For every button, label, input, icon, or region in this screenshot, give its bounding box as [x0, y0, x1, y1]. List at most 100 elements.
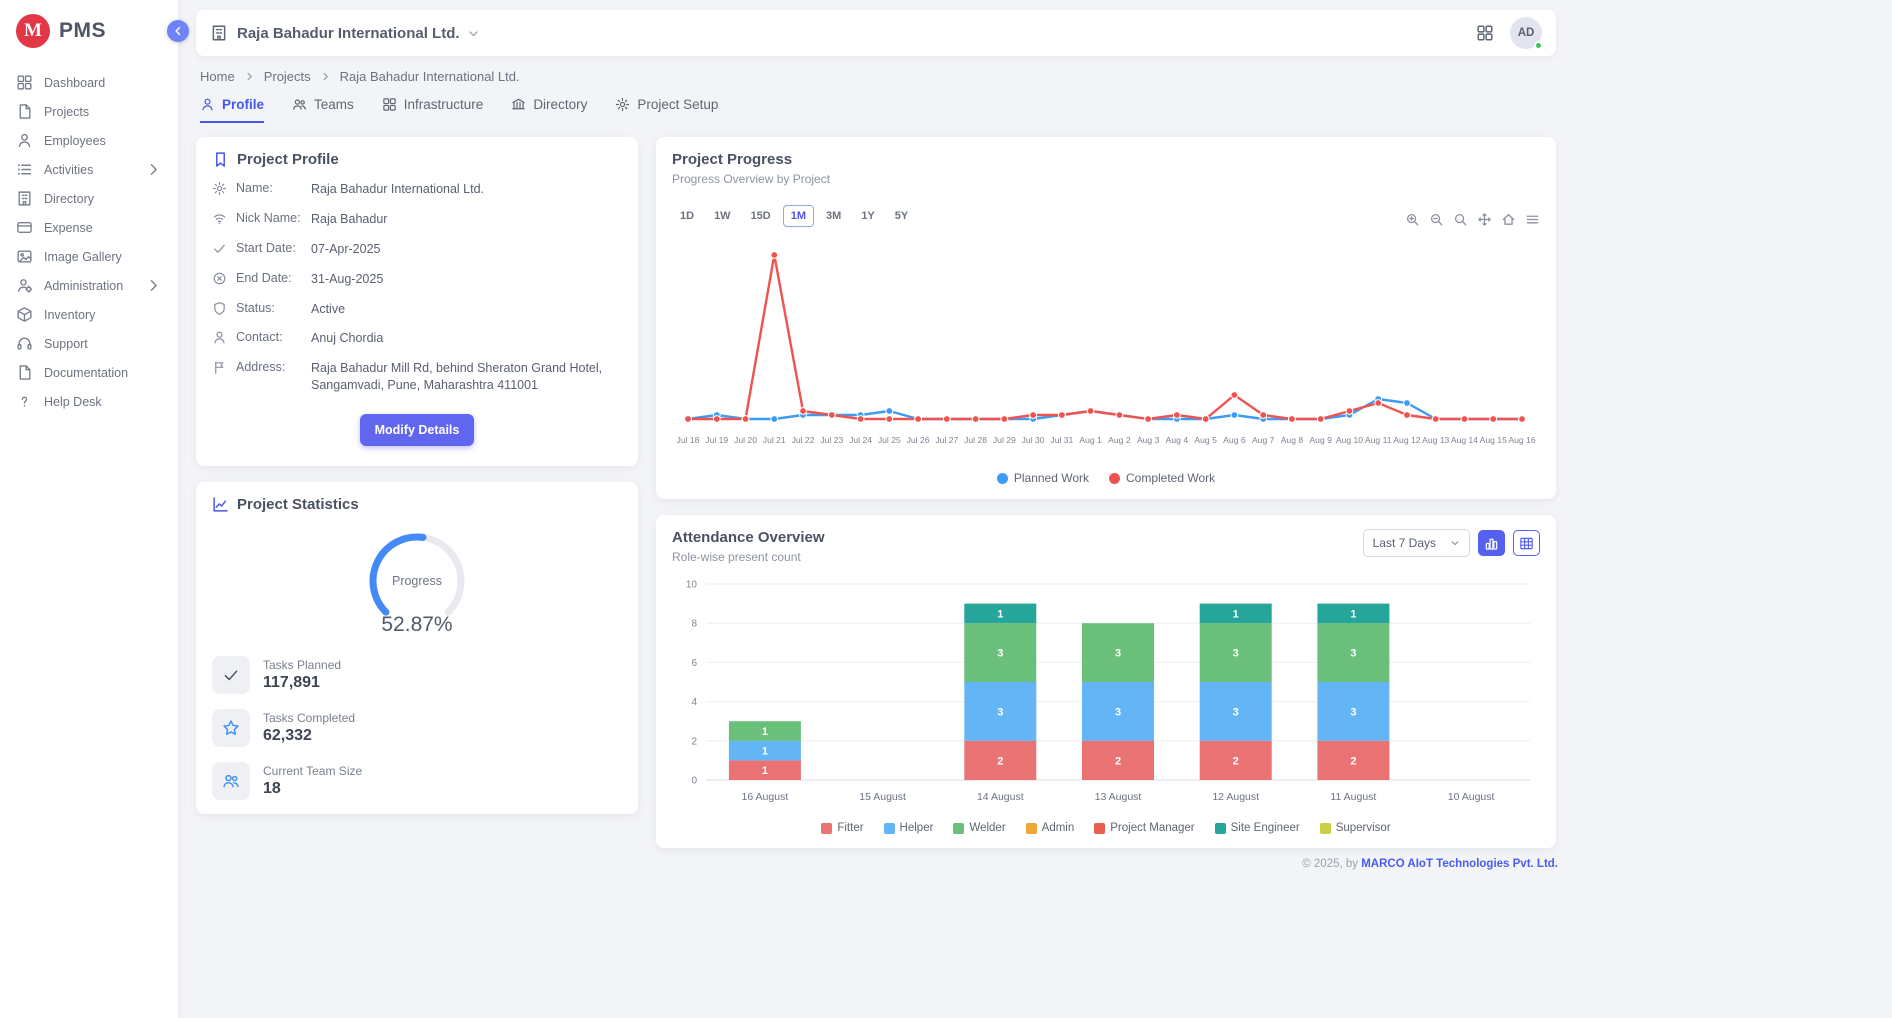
zoom-out-icon[interactable] — [1429, 212, 1444, 227]
legend-item[interactable]: Helper — [884, 822, 934, 834]
chart-view-toggle[interactable] — [1478, 530, 1505, 556]
app-logo[interactable]: M PMS — [0, 0, 178, 64]
svg-text:Aug 10: Aug 10 — [1336, 435, 1363, 445]
copyright-text: © 2025, by — [1302, 858, 1358, 870]
legend-label: Site Engineer — [1231, 822, 1300, 834]
svg-text:Aug 4: Aug 4 — [1166, 435, 1189, 445]
range-button-1y[interactable]: 1Y — [853, 205, 882, 227]
sidebar: M PMS Dashboard Projects Employees Activ… — [0, 0, 178, 1018]
sidebar-item-documentation[interactable]: Documentation — [0, 358, 178, 387]
legend-swatch — [1215, 823, 1226, 834]
sidebar-item-support[interactable]: Support — [0, 329, 178, 358]
range-button-1w[interactable]: 1W — [706, 205, 739, 227]
sidebar-item-activities[interactable]: Activities — [0, 155, 178, 184]
sidebar-item-inventory[interactable]: Inventory — [0, 300, 178, 329]
chart-menu-icon[interactable] — [1525, 212, 1540, 227]
tab-teams[interactable]: Teams — [292, 97, 354, 123]
sidebar-item-help-desk[interactable]: Help Desk — [0, 387, 178, 416]
svg-text:Jul 26: Jul 26 — [907, 435, 930, 445]
svg-text:Jul 31: Jul 31 — [1050, 435, 1073, 445]
svg-text:1: 1 — [762, 726, 768, 738]
legend-item[interactable]: Welder — [953, 822, 1005, 834]
range-button-3m[interactable]: 3M — [818, 205, 849, 227]
logo-badge: M — [16, 14, 50, 48]
svg-text:Jul 24: Jul 24 — [849, 435, 872, 445]
svg-text:13 August: 13 August — [1095, 791, 1142, 803]
sidebar-item-administration[interactable]: Administration — [0, 271, 178, 300]
sidebar-collapse-button[interactable] — [167, 20, 189, 42]
legend-label: Admin — [1042, 822, 1075, 834]
range-button-5y[interactable]: 5Y — [887, 205, 916, 227]
sidebar-item-dashboard[interactable]: Dashboard — [0, 68, 178, 97]
svg-text:Progress: Progress — [392, 574, 442, 588]
svg-text:1: 1 — [1350, 608, 1356, 620]
sidebar-item-label: Image Gallery — [44, 250, 122, 264]
breadcrumb-current: Raja Bahadur International Ltd. — [340, 69, 520, 84]
legend-item[interactable]: Completed Work — [1109, 471, 1215, 485]
tab-label: Project Setup — [637, 97, 718, 112]
legend-label: Welder — [969, 822, 1005, 834]
range-button-15d[interactable]: 15D — [743, 205, 779, 227]
tab-project-setup[interactable]: Project Setup — [615, 97, 718, 123]
modify-details-button[interactable]: Modify Details — [360, 414, 475, 446]
pan-icon[interactable] — [1477, 212, 1492, 227]
stat-value: 18 — [263, 780, 362, 798]
range-button-1m[interactable]: 1M — [783, 205, 814, 227]
sidebar-item-projects[interactable]: Projects — [0, 97, 178, 126]
tab-directory[interactable]: Directory — [511, 97, 587, 123]
legend-label: Project Manager — [1110, 822, 1194, 834]
sidebar-item-employees[interactable]: Employees — [0, 126, 178, 155]
attendance-bar-chart[interactable]: 024681011116 August15 August233114 Augus… — [672, 574, 1538, 816]
company-selector-label[interactable]: Raja Bahadur International Ltd. — [237, 25, 460, 42]
bar-chart-icon — [1484, 536, 1499, 551]
svg-text:6: 6 — [691, 658, 697, 669]
field-label: End Date: — [236, 271, 302, 285]
tab-label: Profile — [222, 97, 264, 112]
legend-item[interactable]: Fitter — [821, 822, 863, 834]
check-icon — [212, 241, 227, 256]
svg-text:Aug 12: Aug 12 — [1393, 435, 1420, 445]
profile-tab-icon — [200, 97, 215, 112]
sidebar-item-label: Activities — [44, 163, 93, 177]
svg-text:4: 4 — [691, 697, 697, 708]
breadcrumb-projects[interactable]: Projects — [264, 69, 311, 84]
range-button-1d[interactable]: 1D — [672, 205, 702, 227]
legend-label: Fitter — [837, 822, 863, 834]
sidebar-item-label: Administration — [44, 279, 123, 293]
company-link[interactable]: MARCO AIoT Technologies Pvt. Ltd. — [1361, 858, 1558, 870]
reset-home-icon[interactable] — [1501, 212, 1516, 227]
chevron-down-icon[interactable] — [467, 27, 480, 40]
svg-text:Aug 14: Aug 14 — [1451, 435, 1478, 445]
svg-text:Aug 5: Aug 5 — [1194, 435, 1217, 445]
sidebar-menu: Dashboard Projects Employees Activities … — [0, 64, 178, 420]
zoom-in-icon[interactable] — [1405, 212, 1420, 227]
logo-text: PMS — [59, 19, 106, 43]
check-icon — [212, 656, 250, 694]
legend-item[interactable]: Site Engineer — [1215, 822, 1300, 834]
breadcrumb-home[interactable]: Home — [200, 69, 235, 84]
legend-item[interactable]: Project Manager — [1094, 822, 1194, 834]
legend-item[interactable]: Supervisor — [1320, 822, 1391, 834]
attendance-range-select[interactable]: Last 7 Days — [1363, 529, 1470, 557]
svg-text:1: 1 — [1233, 608, 1239, 620]
user-avatar[interactable]: AD — [1510, 17, 1542, 49]
tab-infrastructure[interactable]: Infrastructure — [382, 97, 484, 123]
fingerprint-icon — [212, 211, 227, 226]
field-label: Name: — [236, 181, 302, 195]
field-start-date: Start Date: 07-Apr-2025 — [212, 241, 622, 258]
sidebar-item-label: Directory — [44, 192, 94, 206]
sidebar-item-directory[interactable]: Directory — [0, 184, 178, 213]
flag-icon — [212, 360, 227, 375]
person-icon — [212, 330, 227, 345]
legend-item[interactable]: Admin — [1026, 822, 1075, 834]
svg-text:Jul 20: Jul 20 — [734, 435, 757, 445]
sidebar-item-image-gallery[interactable]: Image Gallery — [0, 242, 178, 271]
sidebar-item-expense[interactable]: Expense — [0, 213, 178, 242]
legend-item[interactable]: Planned Work — [997, 471, 1089, 485]
zoom-selection-icon[interactable] — [1453, 212, 1468, 227]
field-value: Raja Bahadur — [311, 211, 387, 228]
tab-profile[interactable]: Profile — [200, 97, 264, 123]
progress-line-chart[interactable]: Jul 18Jul 19Jul 20Jul 21Jul 22Jul 23Jul … — [672, 231, 1538, 465]
table-view-toggle[interactable] — [1513, 530, 1540, 556]
apps-grid-icon[interactable] — [1476, 24, 1494, 42]
